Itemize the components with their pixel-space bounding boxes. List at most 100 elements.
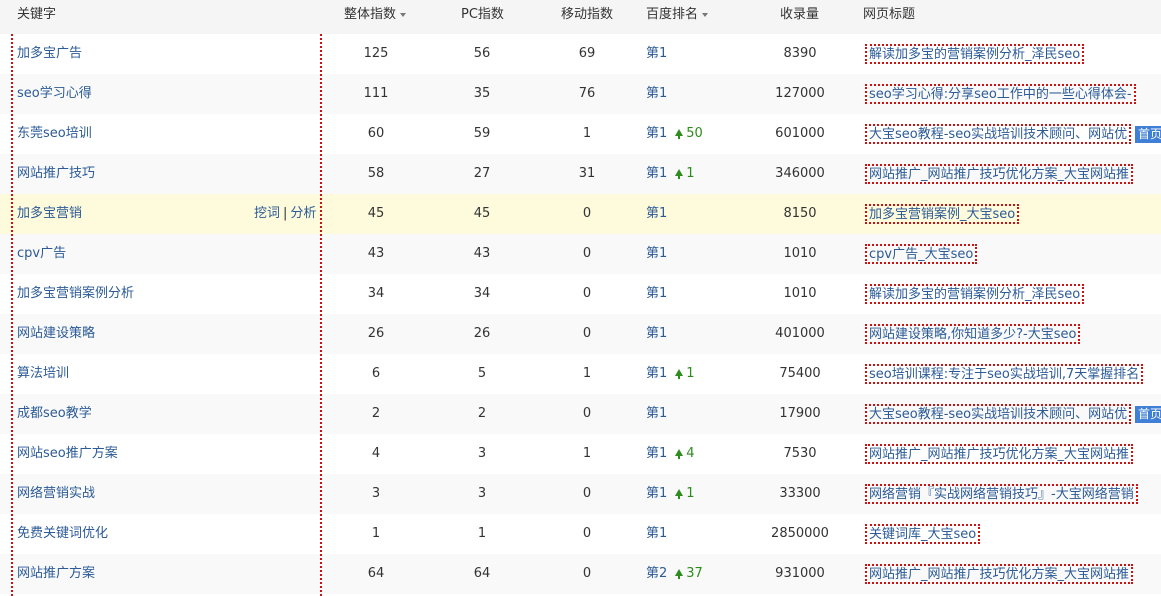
- actions-separator: |: [283, 206, 288, 221]
- rank-change-value: 1: [686, 486, 695, 501]
- overall-index: 1: [371, 526, 381, 541]
- page-title-link[interactable]: 大宝seo教程-seo实战培训技术顾问、网站优: [865, 404, 1132, 424]
- rank-link[interactable]: 第1: [646, 526, 667, 541]
- table-header: 关键字 整体指数 PC指数 移动指数 百度排名 收录量 网页标题: [0, 0, 1161, 34]
- arrow-up-icon: [675, 569, 684, 579]
- rank-change-value: 1: [686, 166, 695, 181]
- col-indexed-header[interactable]: 收录量: [780, 0, 819, 34]
- indexed-count: 401000: [775, 326, 825, 341]
- rank-link[interactable]: 第1: [646, 366, 667, 381]
- page-title-link[interactable]: 大宝seo教程-seo实战培训技术顾问、网站优: [865, 124, 1132, 144]
- table-row: cpv广告 43 43 0 第1 1010 cpv广告_大宝seo: [0, 234, 1161, 274]
- rank-link[interactable]: 第1: [646, 46, 667, 61]
- indexed-count: 8150: [783, 206, 817, 221]
- arrow-up-icon: [675, 369, 684, 379]
- overall-index: 2: [371, 406, 381, 421]
- pc-index: 45: [473, 206, 491, 221]
- baidu-rank: 第1: [646, 314, 667, 354]
- page-title-link[interactable]: cpv广告_大宝seo: [865, 244, 978, 264]
- col-pc-header[interactable]: PC指数: [461, 0, 504, 34]
- mobile-index: 69: [578, 46, 596, 61]
- rank-link[interactable]: 第1: [646, 246, 667, 261]
- table-row: 网站推广方案 64 64 0 第2 37 931000 网站推广_网站推广技巧优化方案_大宝网…: [0, 554, 1161, 594]
- arrow-up-icon: [675, 129, 684, 139]
- rank-link[interactable]: 第1: [646, 206, 667, 221]
- keyword-link[interactable]: 算法培训: [17, 354, 69, 394]
- table-row: 加多宝广告 125 56 69 第1 8390 解读加多宝的营销案例分析_泽民seo: [0, 34, 1161, 74]
- page-title-link[interactable]: seo培训课程:专注于seo实战培训,7天掌握排名: [865, 364, 1144, 384]
- rank-link[interactable]: 第1: [646, 166, 667, 181]
- col-rank-header[interactable]: 百度排名: [646, 0, 709, 34]
- rank-change: 37: [675, 566, 703, 581]
- pc-index: 59: [473, 126, 491, 141]
- keyword-link[interactable]: 网站建设策略: [17, 314, 95, 354]
- sort-caret-icon: [702, 12, 709, 17]
- table-row: 网站seo推广方案 4 3 1 第1 4 7530 网站推广_网站推广技巧优化方案_大宝网站推: [0, 434, 1161, 474]
- baidu-rank: 第1 4: [646, 434, 695, 474]
- overall-index: 34: [367, 286, 385, 301]
- keyword-link[interactable]: 加多宝营销: [17, 194, 82, 234]
- table-row: 网站推广技巧 58 27 31 第1 1 346000 网站推广_网站推广技巧优化方案_大宝网…: [0, 154, 1161, 194]
- col-overall-header[interactable]: 整体指数: [344, 0, 407, 34]
- overall-index: 43: [367, 246, 385, 261]
- arrow-up-icon: [675, 169, 684, 179]
- page-title-link[interactable]: 网站推广_网站推广技巧优化方案_大宝网站推: [865, 564, 1134, 584]
- keyword-link[interactable]: 网站推广技巧: [17, 154, 95, 194]
- table-row: 网站建设策略 26 26 0 第1 401000 网站建设策略,你知道多少?-大宝seo: [0, 314, 1161, 354]
- baidu-rank: 第1: [646, 234, 667, 274]
- rank-link[interactable]: 第2: [646, 566, 667, 581]
- mobile-index: 0: [582, 246, 592, 261]
- page-title-link[interactable]: 网站建设策略,你知道多少?-大宝seo: [865, 324, 1081, 344]
- col-mobile-header[interactable]: 移动指数: [561, 0, 613, 34]
- page-title-link[interactable]: 关键词库_大宝seo: [865, 524, 981, 544]
- keyword-link[interactable]: 加多宝广告: [17, 34, 82, 74]
- table-row: 加多宝营销 挖词 | 分析 45 45 0 第1 8150 加多宝营销案例_大宝seo: [0, 194, 1161, 234]
- page-title-link[interactable]: 解读加多宝的营销案例分析_泽民seo: [865, 284, 1085, 304]
- page-title-link[interactable]: 解读加多宝的营销案例分析_泽民seo: [865, 44, 1085, 64]
- rank-change: 1: [675, 166, 695, 181]
- page-title-link[interactable]: 网站推广_网站推广技巧优化方案_大宝网站推: [865, 444, 1134, 464]
- keyword-link[interactable]: 成都seo教学: [17, 394, 92, 434]
- page-title-link[interactable]: 加多宝营销案例_大宝seo: [865, 204, 1020, 224]
- page-title-link[interactable]: 网站推广_网站推广技巧优化方案_大宝网站推: [865, 164, 1134, 184]
- mobile-index: 0: [582, 526, 592, 541]
- overall-index: 45: [367, 206, 385, 221]
- mine-words-link[interactable]: 挖词: [254, 206, 280, 221]
- col-keyword-header[interactable]: 关键字: [17, 0, 56, 34]
- analyze-link[interactable]: 分析: [290, 206, 316, 221]
- mobile-index: 0: [582, 486, 592, 501]
- keyword-link[interactable]: 免费关键词优化: [17, 514, 108, 554]
- baidu-rank: 第1 50: [646, 114, 703, 154]
- mobile-index: 0: [582, 406, 592, 421]
- pc-index: 26: [473, 326, 491, 341]
- table-row: 网络营销实战 3 3 0 第1 1 33300 网络营销『实战网络营销技巧』-大宝网络营销: [0, 474, 1161, 514]
- baidu-rank: 第1: [646, 194, 667, 234]
- arrow-up-icon: [675, 489, 684, 499]
- col-title-header[interactable]: 网页标题: [863, 0, 915, 34]
- keyword-link[interactable]: 网络营销实战: [17, 474, 95, 514]
- rank-link[interactable]: 第1: [646, 486, 667, 501]
- rank-link[interactable]: 第1: [646, 126, 667, 141]
- pc-index: 2: [477, 406, 487, 421]
- keyword-link[interactable]: 东莞seo培训: [17, 114, 92, 154]
- rank-link[interactable]: 第1: [646, 406, 667, 421]
- keyword-link[interactable]: 网站seo推广方案: [17, 434, 118, 474]
- page-title-link[interactable]: seo学习心得:分享seo工作中的一些心得体会-: [865, 84, 1136, 104]
- page-title-link[interactable]: 网络营销『实战网络营销技巧』-大宝网络营销: [865, 484, 1138, 504]
- mobile-index: 76: [578, 86, 596, 101]
- rank-link[interactable]: 第1: [646, 326, 667, 341]
- rank-link[interactable]: 第1: [646, 86, 667, 101]
- home-page-badge: 首页: [1135, 126, 1161, 143]
- baidu-rank: 第1: [646, 274, 667, 314]
- baidu-rank: 第1: [646, 74, 667, 114]
- keyword-link[interactable]: 网站推广方案: [17, 554, 95, 594]
- rank-change-value: 37: [686, 566, 703, 581]
- rank-link[interactable]: 第1: [646, 446, 667, 461]
- home-page-badge: 首页: [1135, 406, 1161, 423]
- arrow-up-icon: [675, 449, 684, 459]
- pc-index: 3: [477, 446, 487, 461]
- rank-link[interactable]: 第1: [646, 286, 667, 301]
- keyword-link[interactable]: 加多宝营销案例分析: [17, 274, 134, 314]
- keyword-link[interactable]: cpv广告: [17, 234, 66, 274]
- keyword-link[interactable]: seo学习心得: [17, 74, 92, 114]
